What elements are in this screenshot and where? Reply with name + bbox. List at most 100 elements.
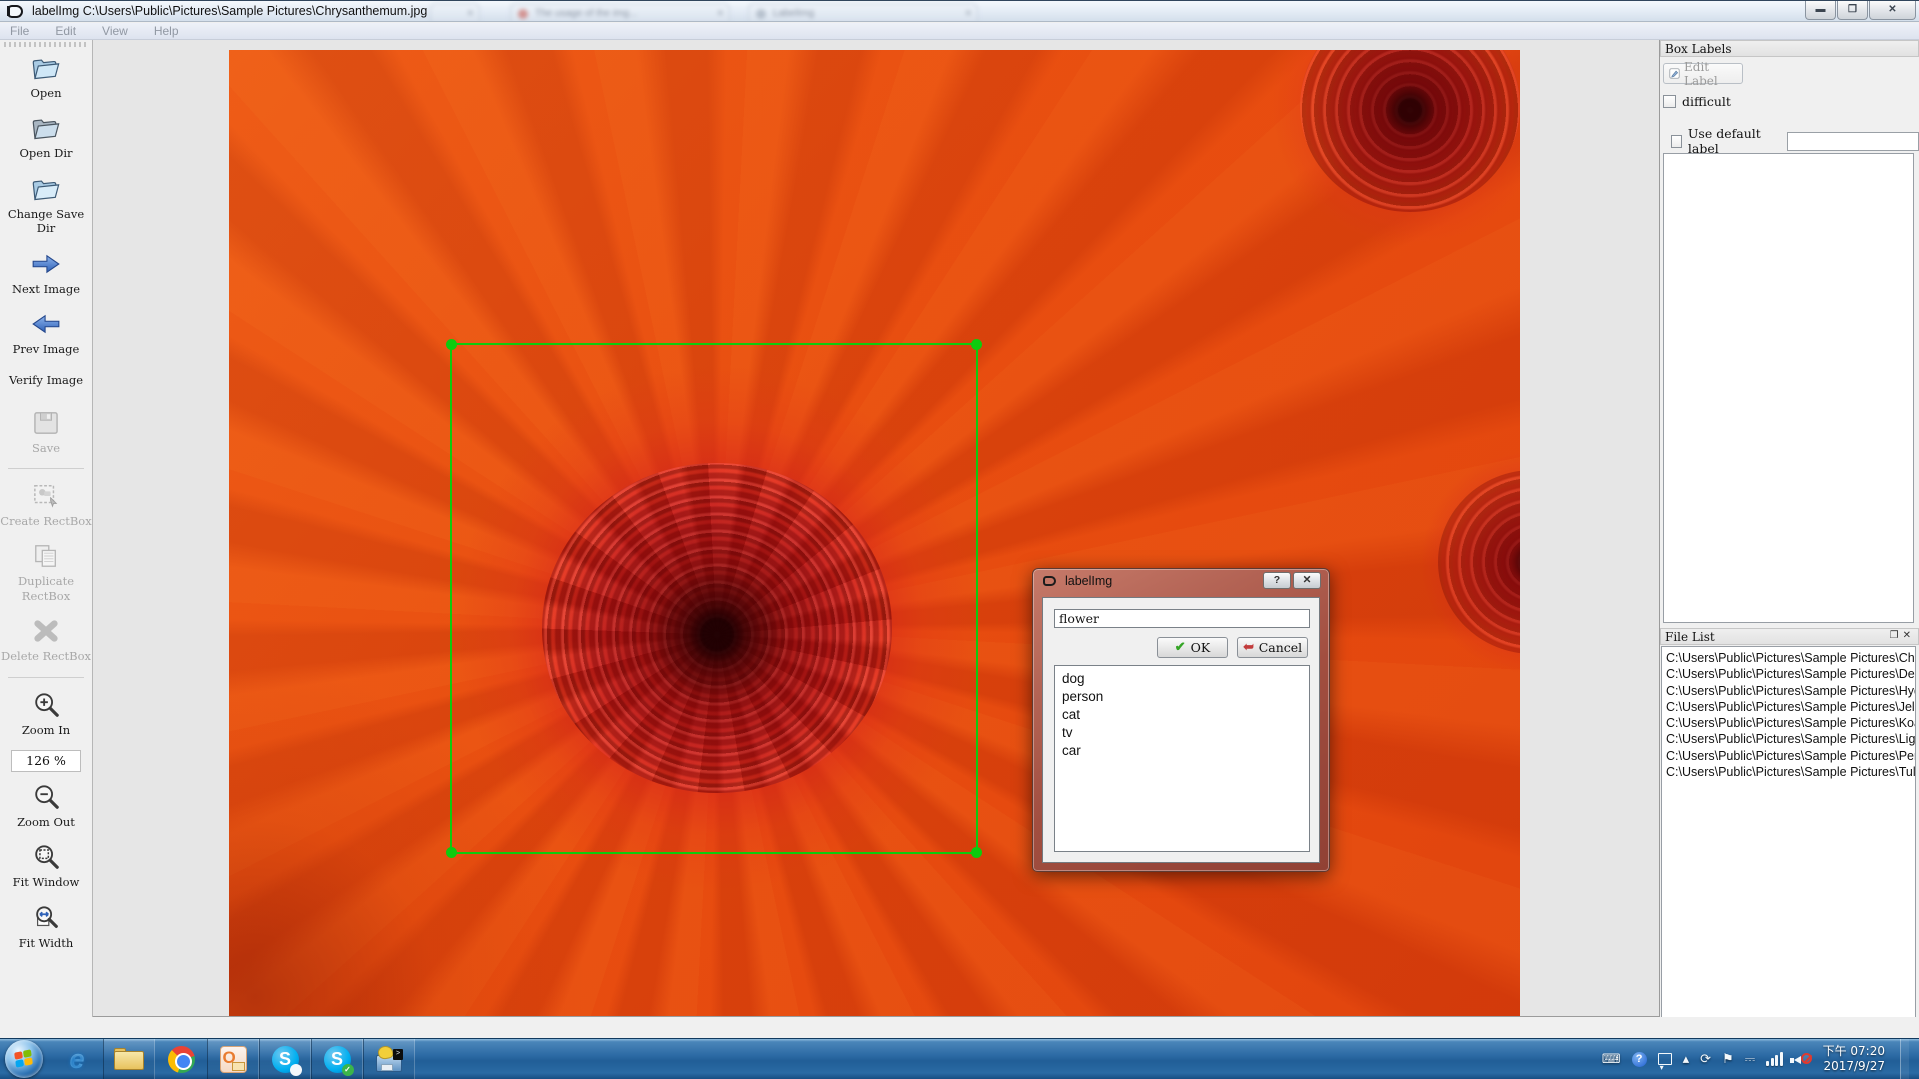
edit-label-button[interactable]: Edit Label bbox=[1663, 63, 1743, 84]
fit-width-label: Fit Width bbox=[19, 936, 74, 950]
taskbar-labelimg-button[interactable]: > bbox=[363, 1039, 415, 1079]
restore-button[interactable]: ❐ bbox=[1837, 1, 1868, 20]
power-plug-tray-icon[interactable]: ⎓ bbox=[1745, 1052, 1755, 1067]
menu-view[interactable]: View bbox=[102, 24, 128, 38]
dock-close-icon[interactable]: ✕ bbox=[1903, 630, 1915, 641]
bbox-handle-top-left[interactable] bbox=[446, 339, 457, 350]
ok-button[interactable]: ✔ OK bbox=[1157, 637, 1228, 658]
window-title: labelImg C:\Users\Public\Pictures\Sample… bbox=[32, 4, 427, 18]
file-list-item[interactable]: C:\Users\Public\Pictures\Sample Pictures… bbox=[1666, 748, 1915, 764]
label-text-input[interactable] bbox=[1054, 609, 1310, 628]
file-list-item[interactable]: C:\Users\Public\Pictures\Sample Pictures… bbox=[1666, 650, 1915, 666]
box-labels-list[interactable] bbox=[1663, 153, 1914, 623]
taskbar-outlook-button[interactable]: O bbox=[207, 1039, 259, 1079]
dialog-body: ✔ OK ➥ Cancel dog person cat tv car bbox=[1042, 597, 1320, 863]
close-button[interactable]: ✕ bbox=[1869, 1, 1916, 20]
sync-tray-icon[interactable]: ⟳ bbox=[1700, 1052, 1711, 1067]
right-panel: Box Labels Edit Label difficult Use defa… bbox=[1660, 40, 1919, 1017]
label-options-list[interactable]: dog person cat tv car bbox=[1054, 665, 1310, 852]
verify-image-label: Verify Image bbox=[9, 373, 83, 387]
file-list-item[interactable]: C:\Users\Public\Pictures\Sample Pictures… bbox=[1666, 715, 1915, 731]
tab-title: The usage of the img... bbox=[535, 8, 637, 19]
skype-icon: S bbox=[272, 1046, 299, 1073]
file-list-item[interactable]: C:\Users\Public\Pictures\Sample Pictures… bbox=[1666, 666, 1915, 682]
menu-help[interactable]: Help bbox=[154, 24, 179, 38]
file-list-dock: File List ❐✕ C:\Users\Public\Pictures\Sa… bbox=[1660, 628, 1919, 1018]
keyboard-tray-icon[interactable]: ⌨ bbox=[1602, 1052, 1621, 1067]
bbox-handle-top-right[interactable] bbox=[971, 339, 982, 350]
menu-file[interactable]: File bbox=[10, 24, 29, 38]
file-list-header[interactable]: File List ❐✕ bbox=[1660, 628, 1919, 645]
outlook-icon: O bbox=[220, 1046, 247, 1073]
file-list-item[interactable]: C:\Users\Public\Pictures\Sample Pictures… bbox=[1666, 683, 1915, 699]
box-labels-header[interactable]: Box Labels bbox=[1660, 40, 1919, 57]
cancel-button[interactable]: ➥ Cancel bbox=[1237, 637, 1308, 658]
label-option[interactable]: dog bbox=[1062, 670, 1309, 688]
dialog-title-bar[interactable]: labelImg ? ✕ bbox=[1033, 569, 1329, 595]
fit-window-icon bbox=[32, 842, 60, 872]
duplicate-rectbox-button[interactable]: Duplicate RectBox bbox=[0, 541, 92, 603]
difficult-checkbox[interactable] bbox=[1663, 95, 1676, 108]
tab-favicon bbox=[518, 9, 528, 19]
save-button[interactable]: Save bbox=[0, 408, 92, 455]
zoom-in-button[interactable]: Zoom In bbox=[0, 690, 92, 737]
menu-edit[interactable]: Edit bbox=[55, 24, 76, 38]
taskbar-explorer-button[interactable] bbox=[103, 1039, 155, 1079]
image-canvas[interactable] bbox=[93, 40, 1660, 1017]
edit-pencil-icon bbox=[1669, 67, 1680, 80]
open-button[interactable]: Open bbox=[0, 53, 92, 100]
arrow-right-icon bbox=[31, 249, 61, 279]
bbox-handle-bottom-left[interactable] bbox=[446, 847, 457, 858]
file-list-item[interactable]: C:\Users\Public\Pictures\Sample Pictures… bbox=[1666, 731, 1915, 747]
prev-image-button[interactable]: Prev Image bbox=[0, 309, 92, 356]
delete-rectbox-button[interactable]: Delete RectBox bbox=[0, 616, 92, 663]
file-list[interactable]: C:\Users\Public\Pictures\Sample Pictures… bbox=[1661, 646, 1916, 1018]
show-desktop-button[interactable] bbox=[1900, 1039, 1909, 1079]
dialog-close-button[interactable]: ✕ bbox=[1293, 572, 1321, 589]
start-button[interactable] bbox=[5, 1040, 43, 1078]
file-list-item[interactable]: C:\Users\Public\Pictures\Sample Pictures… bbox=[1666, 764, 1915, 780]
label-option[interactable]: cat bbox=[1062, 706, 1309, 724]
dialog-help-button[interactable]: ? bbox=[1263, 572, 1291, 589]
taskbar-clock[interactable]: 下午 07:20 2017/9/27 bbox=[1823, 1044, 1889, 1074]
background-browser-tabs: ✕ The usage of the img... ✕ LabelImg ✕ bbox=[430, 1, 1050, 22]
label-dialog[interactable]: labelImg ? ✕ ✔ OK ➥ Cancel dog person ca… bbox=[1032, 568, 1330, 872]
taskbar-skype-button[interactable]: S bbox=[259, 1039, 311, 1079]
zoom-value-spinbox[interactable]: 126 % bbox=[11, 750, 81, 772]
zoom-out-button[interactable]: Zoom Out bbox=[0, 782, 92, 829]
fit-width-button[interactable]: Fit Width bbox=[0, 903, 92, 950]
label-option[interactable]: car bbox=[1062, 742, 1309, 760]
window-switch-tray-icon[interactable] bbox=[1658, 1053, 1672, 1065]
create-rectbox-button[interactable]: Create RectBox bbox=[0, 481, 92, 528]
show-hidden-icons-arrow[interactable]: ▴ bbox=[1683, 1052, 1690, 1067]
volume-muted-icon[interactable] bbox=[1794, 1052, 1812, 1067]
browser-tab: ✕ bbox=[430, 3, 480, 22]
action-center-flag-icon[interactable]: ⚑ bbox=[1722, 1052, 1734, 1067]
difficult-row[interactable]: difficult bbox=[1663, 94, 1919, 109]
file-list-item[interactable]: C:\Users\Public\Pictures\Sample Pictures… bbox=[1666, 699, 1915, 715]
toolbar-drag-handle[interactable] bbox=[4, 42, 88, 47]
network-signal-icon[interactable] bbox=[1766, 1052, 1783, 1066]
minimize-button[interactable]: ▬ bbox=[1805, 1, 1836, 20]
use-default-label-row[interactable]: Use default label bbox=[1671, 126, 1919, 156]
save-floppy-icon bbox=[33, 408, 59, 438]
label-option[interactable]: person bbox=[1062, 688, 1309, 706]
open-dir-button[interactable]: Open Dir bbox=[0, 113, 92, 160]
default-label-input[interactable] bbox=[1787, 132, 1919, 151]
taskbar-skype-online-button[interactable]: S✓ bbox=[311, 1039, 363, 1079]
taskbar-ie-button[interactable]: e bbox=[51, 1039, 103, 1079]
bbox-handle-bottom-right[interactable] bbox=[971, 847, 982, 858]
verify-image-button[interactable]: Verify Image bbox=[0, 370, 92, 387]
annotation-bbox[interactable] bbox=[450, 343, 978, 854]
fit-window-button[interactable]: Fit Window bbox=[0, 842, 92, 889]
dock-float-icon[interactable]: ❐ bbox=[1890, 630, 1903, 641]
taskbar-chrome-button[interactable] bbox=[155, 1039, 207, 1079]
labelimg-taskbar-icon: > bbox=[375, 1046, 403, 1072]
next-image-button[interactable]: Next Image bbox=[0, 249, 92, 296]
label-option[interactable]: tv bbox=[1062, 724, 1309, 742]
use-default-label-checkbox[interactable] bbox=[1671, 135, 1682, 148]
ok-check-icon: ✔ bbox=[1175, 640, 1186, 655]
change-save-dir-button[interactable]: Change Save Dir bbox=[0, 174, 92, 236]
help-tray-icon[interactable]: ? bbox=[1632, 1052, 1647, 1067]
title-bar[interactable]: ✕ The usage of the img... ✕ LabelImg ✕ l… bbox=[0, 0, 1919, 22]
